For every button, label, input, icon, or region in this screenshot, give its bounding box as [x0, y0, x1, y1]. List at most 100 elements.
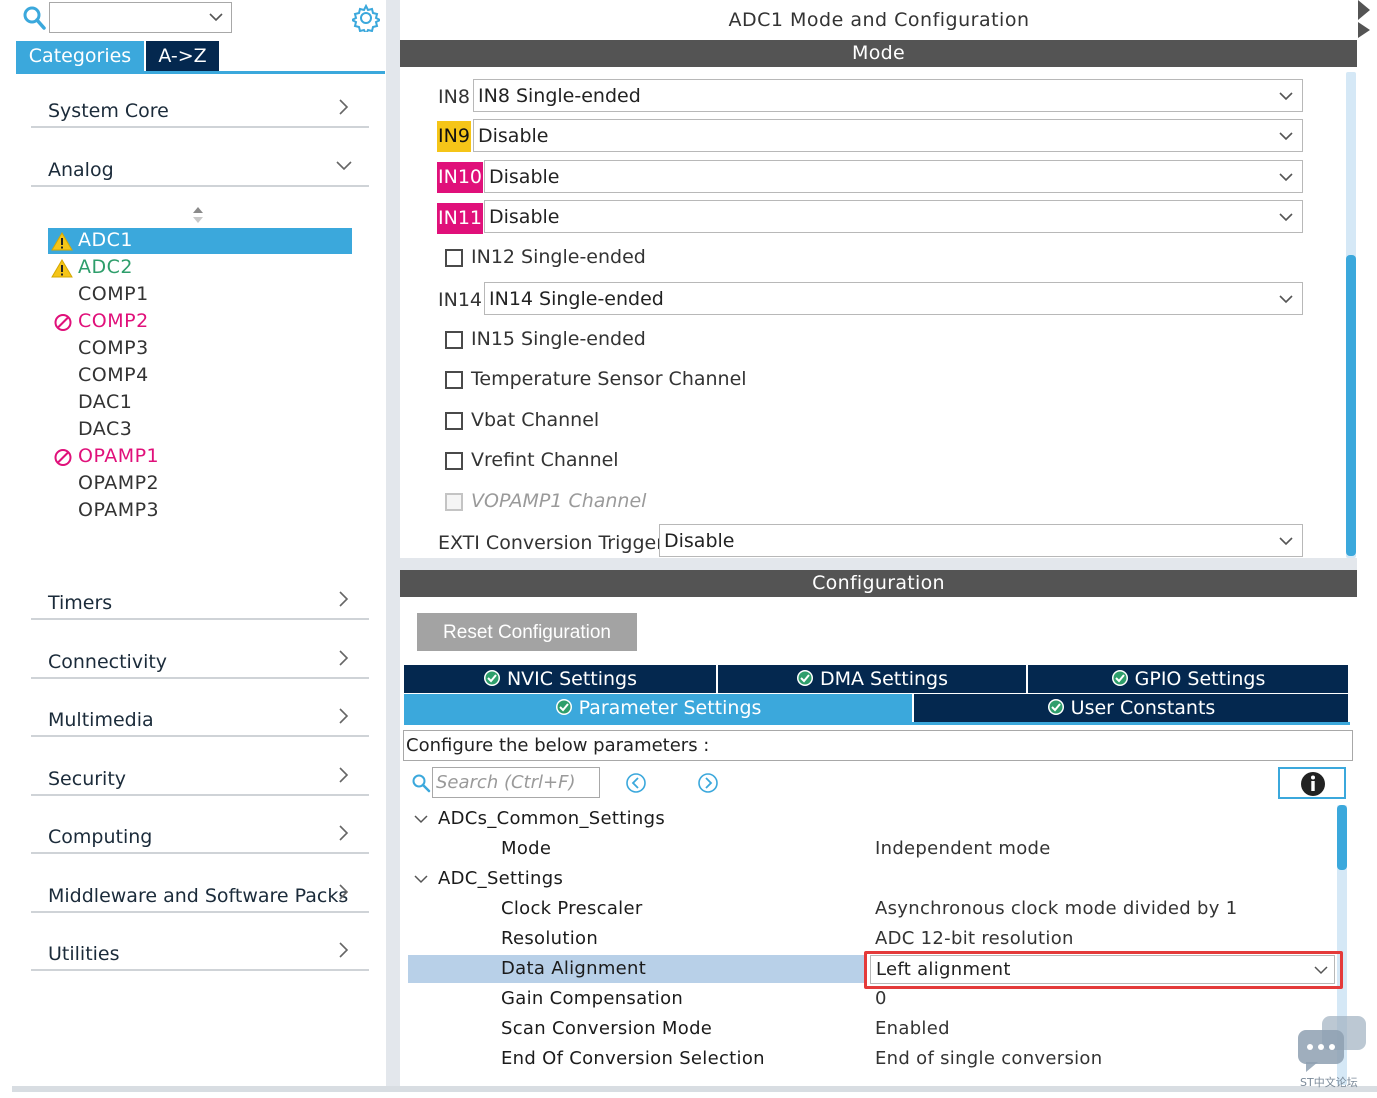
tab-gpio-settings[interactable]: GPIO Settings — [1028, 665, 1348, 693]
checkbox-box[interactable] — [445, 452, 463, 470]
param-row-clock-prescaler[interactable]: Clock Prescaler Asynchronous clock mode … — [408, 895, 1336, 923]
peripheral-label: OPAMP2 — [78, 472, 160, 494]
reset-configuration-button[interactable]: Reset Configuration — [417, 613, 637, 651]
peripheral-label: ADC1 — [78, 229, 133, 251]
category-timers[interactable]: Timers — [31, 590, 369, 620]
vopamp1-checkbox: VOPAMP1 Channel — [445, 490, 745, 515]
peripheral-adc2[interactable]: ADC2 — [48, 255, 352, 281]
chevron-down-icon — [336, 161, 352, 171]
peripheral-opamp2[interactable]: OPAMP2 — [48, 471, 352, 497]
chevron-down-icon — [1279, 537, 1293, 546]
category-system-core[interactable]: System Core — [31, 98, 369, 128]
category-utilities[interactable]: Utilities — [31, 941, 369, 971]
tab-user-constants[interactable]: User Constants — [914, 694, 1348, 722]
param-name: Clock Prescaler — [501, 898, 643, 919]
peripheral-opamp3[interactable]: OPAMP3 — [48, 498, 352, 524]
in14-select[interactable]: IN14 Single-ended — [484, 282, 1303, 315]
checkbox-box[interactable] — [445, 331, 463, 349]
param-row-end-of-conversion[interactable]: End Of Conversion Selection End of singl… — [408, 1045, 1336, 1073]
chevron-down-icon — [1279, 295, 1293, 304]
category-label: Computing — [48, 826, 153, 848]
checkbox-box[interactable] — [445, 371, 463, 389]
section-splitter[interactable] — [400, 558, 1357, 570]
window-edge-icon — [1358, 0, 1370, 40]
chat-bubble-icon — [1296, 1014, 1370, 1074]
tab-a-z[interactable]: A->Z — [146, 41, 219, 71]
chevron-down-icon — [1279, 92, 1293, 101]
peripheral-comp4[interactable]: COMP4 — [48, 363, 352, 389]
param-value: ADC 12-bit resolution — [875, 928, 1074, 949]
gear-icon[interactable] — [349, 3, 383, 37]
in11-select[interactable]: Disable — [484, 200, 1303, 233]
in15-checkbox[interactable]: IN15 Single-ended — [445, 328, 745, 353]
tab-categories[interactable]: Categories — [16, 41, 144, 71]
info-button[interactable] — [1278, 767, 1346, 799]
watermark-text: ST中文论坛 — [1300, 1076, 1358, 1089]
sort-icon[interactable] — [190, 205, 206, 225]
tree-group-adcs-common[interactable]: ADCs_Common_Settings — [408, 805, 1336, 833]
param-value: End of single conversion — [875, 1048, 1103, 1069]
category-multimedia[interactable]: Multimedia — [31, 707, 369, 737]
panel-divider[interactable] — [386, 0, 400, 1090]
tab-dma-settings[interactable]: DMA Settings — [718, 665, 1026, 693]
in9-select[interactable]: Disable — [473, 119, 1303, 152]
peripheral-dac1[interactable]: DAC1 — [48, 390, 352, 416]
chevron-right-icon — [339, 825, 349, 841]
peripheral-comp1[interactable]: COMP1 — [48, 282, 352, 308]
checkbox-box[interactable] — [445, 249, 463, 267]
in8-label: IN8 — [438, 86, 470, 108]
tab-nvic-settings[interactable]: NVIC Settings — [404, 665, 716, 693]
search-icon[interactable] — [22, 4, 48, 32]
param-row-resolution[interactable]: Resolution ADC 12-bit resolution — [408, 925, 1336, 953]
temperature-sensor-checkbox[interactable]: Temperature Sensor Channel — [445, 368, 765, 393]
category-computing[interactable]: Computing — [31, 824, 369, 854]
check-circle-icon — [1111, 670, 1128, 686]
peripheral-label: COMP4 — [78, 364, 149, 386]
peripheral-opamp1[interactable]: OPAMP1 — [48, 444, 352, 470]
in10-select[interactable]: Disable — [484, 160, 1303, 193]
category-label: Security — [48, 768, 127, 790]
peripheral-dac3[interactable]: DAC3 — [48, 417, 352, 443]
chevron-down-icon — [209, 13, 223, 22]
peripheral-label: COMP2 — [78, 310, 149, 332]
peripheral-adc1[interactable]: ADC1 — [48, 228, 352, 254]
previous-result-icon[interactable] — [625, 772, 647, 794]
in9-label: IN9 — [437, 121, 471, 152]
in12-checkbox[interactable]: IN12 Single-ended — [445, 246, 745, 271]
param-row-scan-conversion[interactable]: Scan Conversion Mode Enabled — [408, 1015, 1336, 1043]
blocked-icon — [54, 449, 72, 466]
sidebar-search-combo[interactable] — [49, 2, 232, 33]
category-analog[interactable]: Analog — [31, 157, 369, 187]
category-middleware[interactable]: Middleware and Software Packs — [31, 883, 369, 913]
exti-select[interactable]: Disable — [659, 524, 1303, 557]
mode-header: Mode — [400, 40, 1357, 67]
search-icon[interactable] — [411, 773, 431, 793]
param-row-data-alignment[interactable]: Data Alignment — [408, 955, 864, 983]
category-label: Multimedia — [48, 709, 154, 731]
checkbox-label: Vrefint Channel — [471, 449, 619, 471]
tab-parameter-settings[interactable]: Parameter Settings — [404, 694, 912, 722]
param-row-gain-compensation[interactable]: Gain Compensation 0 — [408, 985, 1336, 1013]
vrefint-checkbox[interactable]: Vrefint Channel — [445, 449, 745, 474]
parameter-scrollbar-thumb[interactable] — [1337, 805, 1347, 870]
category-label: Utilities — [48, 943, 120, 965]
tree-group-adc-settings[interactable]: ADC_Settings — [408, 865, 1336, 893]
in14-label: IN14 — [438, 289, 482, 311]
chevron-down-icon — [1279, 132, 1293, 141]
peripheral-comp2[interactable]: COMP2 — [48, 309, 352, 335]
category-security[interactable]: Security — [31, 766, 369, 796]
peripheral-comp3[interactable]: COMP3 — [48, 336, 352, 362]
in8-select[interactable]: IN8 Single-ended — [473, 79, 1303, 112]
next-result-icon[interactable] — [697, 772, 719, 794]
check-circle-icon — [797, 670, 813, 686]
param-row-mode[interactable]: Mode Independent mode — [408, 835, 1336, 863]
vbat-checkbox[interactable]: Vbat Channel — [445, 409, 745, 434]
search-placeholder: Search (Ctrl+F) — [436, 772, 576, 793]
tab-label: User Constants — [1070, 697, 1216, 719]
checkbox-box[interactable] — [445, 412, 463, 430]
parameter-search-input[interactable]: Search (Ctrl+F) — [432, 767, 600, 798]
chevron-right-icon — [339, 99, 349, 115]
mode-scrollbar-thumb[interactable] — [1346, 255, 1356, 556]
tab-label: DMA Settings — [820, 668, 948, 690]
category-connectivity[interactable]: Connectivity — [31, 649, 369, 679]
